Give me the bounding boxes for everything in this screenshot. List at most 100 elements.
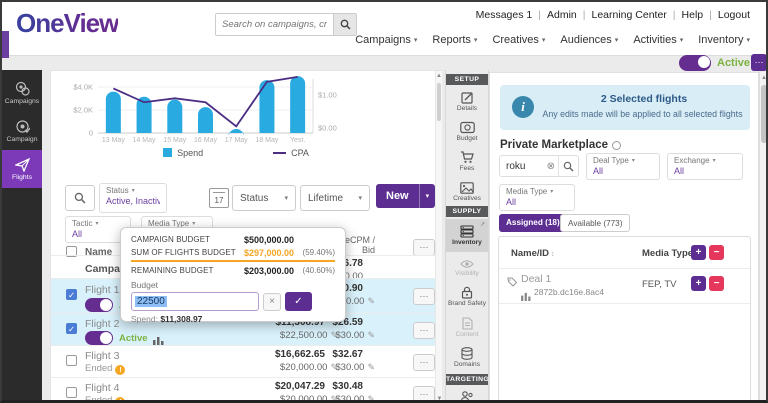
pencil-icon[interactable]: ✎ bbox=[367, 296, 375, 306]
search-icon bbox=[563, 161, 574, 172]
scroll-thumb[interactable] bbox=[761, 85, 767, 143]
flight-active-toggle[interactable] bbox=[85, 331, 113, 345]
rail-item-flights[interactable]: Flights bbox=[2, 150, 42, 188]
svg-text:17 May: 17 May bbox=[225, 137, 248, 144]
nav-reports[interactable]: Reports▾ bbox=[432, 34, 477, 46]
row-more-button[interactable]: ⋯ bbox=[413, 288, 435, 305]
row-checkbox[interactable] bbox=[66, 387, 77, 398]
nav-activities[interactable]: Activities▾ bbox=[633, 34, 683, 46]
confirm-budget-button[interactable]: ✓ bbox=[285, 292, 312, 311]
chevron-down-icon: ▾ bbox=[713, 157, 716, 164]
remove-all-deals-button[interactable]: − bbox=[709, 245, 724, 260]
lifetime-select[interactable]: Lifetime▾ bbox=[300, 185, 370, 211]
deal-type-filter-box[interactable]: Deal Type▾ All bbox=[586, 153, 660, 180]
flight-active-master-toggle[interactable] bbox=[679, 55, 711, 71]
exchange-filter-box[interactable]: Exchange▾ All bbox=[667, 153, 743, 180]
status-select[interactable]: Status▾ bbox=[232, 185, 296, 211]
row-more-button[interactable]: ⋯ bbox=[413, 354, 435, 371]
budget-input[interactable]: 22500 bbox=[131, 292, 259, 311]
name-id-column-header[interactable]: Name/ID↕ bbox=[511, 248, 555, 259]
learning-center-link[interactable]: Learning Center bbox=[591, 9, 666, 21]
more-icon: ⋯ bbox=[420, 389, 429, 399]
new-button[interactable]: New bbox=[376, 184, 419, 208]
row-more-button[interactable]: ⋯ bbox=[413, 322, 435, 339]
global-search-button[interactable] bbox=[333, 13, 357, 36]
chevron-down-icon: ▾ bbox=[414, 36, 418, 44]
new-button-group: New ▾ bbox=[376, 184, 435, 208]
toolbar-item-targeting-partial[interactable] bbox=[446, 388, 488, 403]
new-button-caret[interactable]: ▾ bbox=[419, 184, 436, 208]
tab-available[interactable]: Available (773) bbox=[560, 214, 630, 232]
nav-creatives[interactable]: Creatives▾ bbox=[492, 34, 545, 46]
search-icon bbox=[74, 192, 86, 204]
minus-icon: − bbox=[714, 278, 720, 289]
panel-scrollbar[interactable]: ▲ ▼ bbox=[435, 71, 442, 403]
toolbar-item-brand-safety[interactable]: Brand Safety bbox=[446, 281, 488, 311]
tab-assigned[interactable]: Assigned (18) bbox=[499, 214, 567, 232]
right-panel-scrollbar[interactable]: ▲ bbox=[759, 72, 768, 403]
help-link[interactable]: Help bbox=[682, 9, 704, 21]
row-more-button[interactable]: ⋯ bbox=[413, 386, 435, 403]
plus-icon: + bbox=[696, 247, 702, 258]
deals-table: Name/ID↕ Media Type + − Deal 1 2872b.dc1… bbox=[498, 236, 751, 403]
column-settings-button[interactable]: ⋯ bbox=[413, 239, 435, 256]
scroll-up-icon[interactable]: ▲ bbox=[760, 75, 768, 81]
tag-icon bbox=[507, 277, 517, 287]
nav-audiences[interactable]: Audiences▾ bbox=[560, 34, 618, 46]
minus-icon: − bbox=[714, 247, 720, 258]
remove-deal-button[interactable]: − bbox=[709, 276, 724, 291]
cpa-line-icon bbox=[273, 152, 286, 154]
row-checkbox[interactable]: ✓ bbox=[66, 289, 77, 300]
table-row-flight-3[interactable]: Flight 3 Ended! $16,662.65 $20,000.00✎ $… bbox=[51, 345, 435, 377]
admin-link[interactable]: Admin bbox=[547, 9, 577, 21]
scroll-down-icon[interactable]: ▼ bbox=[436, 396, 443, 402]
chart-legend: Spend CPA bbox=[71, 145, 401, 161]
logout-link[interactable]: Logout bbox=[718, 9, 750, 21]
chevron-down-icon: ▾ bbox=[615, 36, 619, 44]
clear-icon[interactable]: ⊗ bbox=[547, 161, 555, 172]
status-filter-box[interactable]: Status▾ Active, Inactive,... bbox=[99, 183, 167, 213]
scroll-up-icon[interactable]: ▲ bbox=[436, 73, 442, 79]
rail-item-campaign[interactable]: Campaign bbox=[2, 112, 42, 150]
row-checkbox[interactable] bbox=[66, 355, 77, 366]
calendar-icon[interactable]: 17 bbox=[209, 188, 229, 208]
plus-icon: + bbox=[696, 278, 702, 289]
add-deal-button[interactable]: + bbox=[691, 276, 706, 291]
pencil-icon[interactable]: ✎ bbox=[367, 330, 375, 340]
pencil-icon[interactable]: ✎ bbox=[367, 362, 375, 372]
nav-campaigns[interactable]: Campaigns▾ bbox=[355, 34, 417, 46]
chevron-down-icon: ▾ bbox=[680, 36, 684, 44]
nav-inventory[interactable]: Inventory▾ bbox=[698, 34, 750, 46]
messages-link[interactable]: Messages 1 bbox=[476, 9, 533, 21]
toolbar-item-inventory[interactable]: ↗ Inventory bbox=[446, 219, 488, 252]
info-icon: i bbox=[512, 96, 534, 118]
toolbar-item-domains[interactable]: Domains bbox=[446, 343, 488, 372]
pmp-media-type-filter-box[interactable]: Media Type▾ All bbox=[499, 184, 575, 211]
table-row-flight-4[interactable]: Flight 4 Ended! $20,047.29 $20,000.00✎ $… bbox=[51, 377, 435, 403]
toolbar-item-budget[interactable]: Budget bbox=[446, 117, 488, 146]
chevron-down-icon: ▾ bbox=[474, 36, 478, 44]
row-checkbox[interactable]: ✓ bbox=[66, 323, 77, 334]
help-circle-icon bbox=[612, 141, 621, 150]
svg-text:$0.00: $0.00 bbox=[318, 124, 337, 133]
scroll-thumb[interactable] bbox=[437, 83, 441, 121]
svg-text:$4.0K: $4.0K bbox=[73, 83, 93, 92]
pmp-search-button[interactable] bbox=[558, 156, 578, 176]
cancel-budget-button[interactable]: × bbox=[263, 293, 281, 311]
flight-bid: $30.00✎ bbox=[301, 330, 375, 341]
toolbar-item-details[interactable]: Details bbox=[446, 87, 488, 116]
pmp-search-box[interactable]: roku ⊗ bbox=[499, 155, 579, 177]
toolbar-item-fees[interactable]: Fees bbox=[446, 147, 488, 176]
rail-item-campaigns[interactable]: Campaigns bbox=[2, 74, 42, 112]
close-icon: × bbox=[269, 296, 275, 307]
supply-section-header: SUPPLY bbox=[446, 206, 488, 217]
flight-active-toggle[interactable] bbox=[85, 298, 113, 312]
pencil-icon[interactable]: ✎ bbox=[367, 394, 375, 403]
panel-more-button[interactable]: ⋯ bbox=[751, 54, 767, 71]
selected-flights-banner: i 2 Selected flights Any edits made will… bbox=[500, 85, 750, 130]
more-icon: ⋯ bbox=[420, 242, 429, 252]
toolbar-item-creatives[interactable]: Creatives bbox=[446, 177, 488, 206]
table-search-button[interactable] bbox=[65, 185, 95, 211]
add-all-deals-button[interactable]: + bbox=[691, 245, 706, 260]
global-search-input[interactable] bbox=[215, 13, 333, 36]
